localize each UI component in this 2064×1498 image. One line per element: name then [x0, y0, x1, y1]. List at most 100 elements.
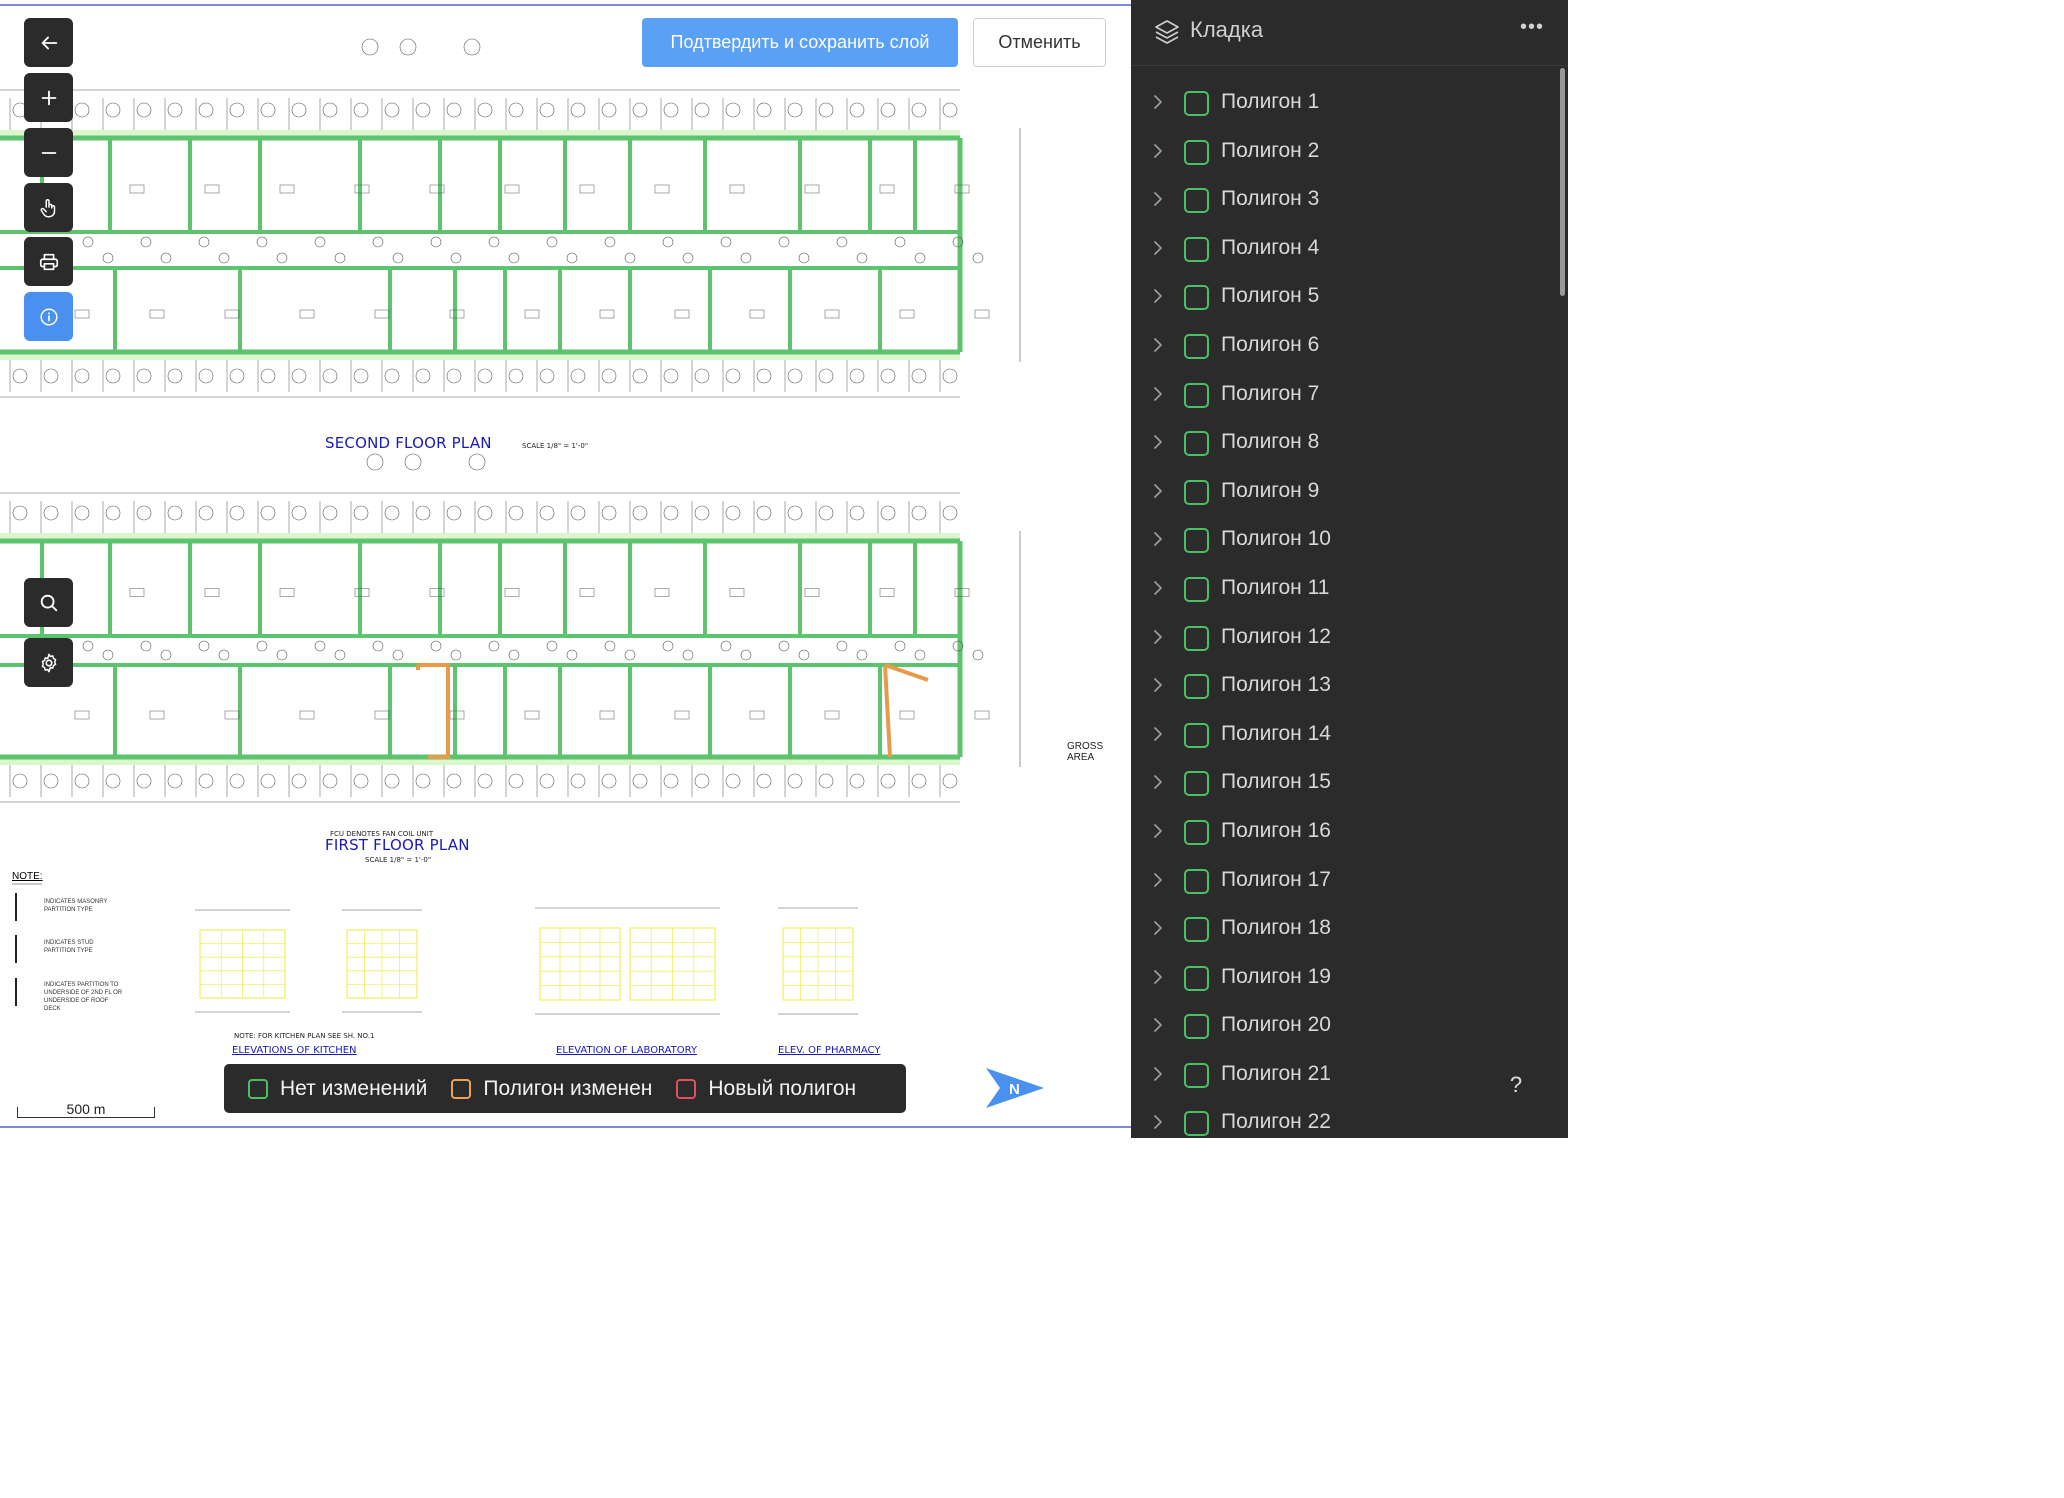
polygon-list-item[interactable]: Полигон 14	[1131, 711, 1561, 760]
panel-scrollbar[interactable]	[1560, 68, 1565, 296]
polygon-checkbox[interactable]	[1184, 333, 1209, 359]
polygon-list-item[interactable]: Полигон 21	[1131, 1051, 1561, 1100]
polygon-list-item[interactable]: Полигон 5	[1131, 273, 1561, 322]
info-button[interactable]	[24, 292, 73, 341]
polygon-list-item[interactable]: Полигон 7	[1131, 371, 1561, 420]
chevron-right-icon[interactable]	[1151, 93, 1165, 111]
chevron-right-icon[interactable]	[1151, 822, 1165, 840]
chevron-right-icon[interactable]	[1151, 190, 1165, 208]
polygon-checkbox[interactable]	[1184, 722, 1209, 748]
polygon-list-item[interactable]: Полигон 19	[1131, 954, 1561, 1003]
back-button[interactable]	[24, 18, 73, 67]
chevron-right-icon[interactable]	[1151, 773, 1165, 791]
second-floor-title: SECOND FLOOR PLAN	[325, 434, 492, 452]
polygon-checkbox[interactable]	[1184, 917, 1209, 943]
polygon-checkbox[interactable]	[1184, 479, 1209, 505]
confirm-save-layer-button[interactable]: Подтвердить и сохранить слой	[642, 18, 958, 67]
polygon-checkbox[interactable]	[1184, 868, 1209, 894]
zoom-out-button[interactable]	[24, 128, 73, 177]
polygon-label: Полигон 11	[1221, 575, 1330, 599]
zoom-in-button[interactable]	[24, 73, 73, 122]
polygon-list-item[interactable]: Полигон 3	[1131, 176, 1561, 225]
polygon-checkbox[interactable]	[1184, 674, 1209, 700]
chevron-right-icon[interactable]	[1151, 385, 1165, 403]
panel-title: Кладка	[1190, 17, 1264, 42]
polygon-list-item[interactable]: Полигон 10	[1131, 516, 1561, 565]
cancel-button[interactable]: Отменить	[973, 18, 1106, 67]
polygon-list-item[interactable]: Полигон 17	[1131, 857, 1561, 906]
polygon-checkbox[interactable]	[1184, 285, 1209, 311]
settings-button[interactable]	[24, 638, 73, 687]
polygon-list-item[interactable]: Полигон 20	[1131, 1002, 1561, 1051]
polygon-list-item[interactable]: Полигон 11	[1131, 565, 1561, 614]
chevron-right-icon[interactable]	[1151, 433, 1165, 451]
polygon-list-item[interactable]: Полигон 1	[1131, 79, 1561, 128]
chevron-right-icon[interactable]	[1151, 968, 1165, 986]
chevron-right-icon[interactable]	[1151, 725, 1165, 743]
note-masonry: INDICATES MASONRY PARTITION TYPE	[44, 899, 108, 913]
chevron-right-icon[interactable]	[1151, 919, 1165, 937]
search-button[interactable]	[24, 578, 73, 627]
legend-swatch-changed	[451, 1078, 472, 1099]
polygon-label: Полигон 19	[1221, 964, 1331, 988]
polygon-label: Полигон 8	[1221, 430, 1320, 454]
chevron-right-icon[interactable]	[1151, 676, 1165, 694]
polygon-label: Полигон 12	[1221, 624, 1331, 648]
chevron-right-icon[interactable]	[1151, 287, 1165, 305]
polygon-checkbox[interactable]	[1184, 188, 1209, 214]
chevron-right-icon[interactable]	[1151, 336, 1165, 354]
polygon-checkbox[interactable]	[1184, 965, 1209, 991]
polygon-checkbox[interactable]	[1184, 1062, 1209, 1088]
note-stud: INDICATES STUD PARTITION TYPE	[44, 940, 94, 954]
chevron-right-icon[interactable]	[1151, 1113, 1165, 1131]
chevron-right-icon[interactable]	[1151, 239, 1165, 257]
polygon-list-item[interactable]: Полигон 13	[1131, 662, 1561, 711]
minus-icon	[41, 151, 56, 154]
polygon-checkbox[interactable]	[1184, 431, 1209, 457]
polygon-label: Полигон 1	[1221, 90, 1320, 113]
polygon-list-item[interactable]: Полигон 15	[1131, 759, 1561, 808]
polygon-list-item[interactable]: Полигон 22	[1131, 1099, 1561, 1138]
chevron-right-icon[interactable]	[1151, 530, 1165, 548]
chevron-right-icon[interactable]	[1151, 579, 1165, 597]
print-button[interactable]	[24, 237, 73, 286]
chevron-right-icon[interactable]	[1151, 628, 1165, 646]
polygon-list-item[interactable]: Полигон 2	[1131, 128, 1561, 177]
polygon-list-item[interactable]: Полигон 4	[1131, 225, 1561, 274]
polygon-checkbox[interactable]	[1184, 139, 1209, 165]
chevron-right-icon[interactable]	[1151, 482, 1165, 500]
polygon-label: Полигон 17	[1221, 867, 1331, 891]
help-button[interactable]: ?	[1506, 1072, 1526, 1100]
polygon-list: Полигон 1 Полигон 2 Полигон 3 Полигон 4 Поли…	[1131, 79, 1561, 1138]
more-horizontal-icon[interactable]: •••	[1520, 16, 1544, 46]
polygon-list-item[interactable]: Полигон 16	[1131, 808, 1561, 857]
polygon-label: Полигон 21	[1221, 1061, 1331, 1085]
polygon-checkbox[interactable]	[1184, 91, 1209, 116]
polygon-checkbox[interactable]	[1184, 771, 1209, 797]
polygon-label: Полигон 2	[1221, 138, 1320, 162]
polygon-checkbox[interactable]	[1184, 1014, 1209, 1040]
polygon-list-item[interactable]: Полигон 12	[1131, 614, 1561, 663]
polygon-checkbox[interactable]	[1184, 819, 1209, 845]
chevron-right-icon[interactable]	[1151, 871, 1165, 889]
polygon-checkbox[interactable]	[1184, 625, 1209, 651]
second-floor-scale: SCALE 1/8" = 1'-0"	[522, 442, 589, 450]
polygon-checkbox[interactable]	[1184, 1111, 1209, 1137]
polygon-list-item[interactable]: Полигон 6	[1131, 322, 1561, 371]
chevron-right-icon[interactable]	[1151, 142, 1165, 160]
chevron-right-icon[interactable]	[1151, 1016, 1165, 1034]
printer-icon	[39, 253, 58, 270]
polygon-label: Полигон 16	[1221, 818, 1331, 842]
polygon-checkbox[interactable]	[1184, 236, 1209, 262]
polygon-label: Полигон 3	[1221, 187, 1320, 211]
polygon-list-item[interactable]: Полигон 8	[1131, 419, 1561, 468]
polygon-checkbox[interactable]	[1184, 382, 1209, 408]
polygon-list-item[interactable]: Полигон 9	[1131, 468, 1561, 517]
polygon-checkbox[interactable]	[1184, 528, 1209, 554]
map-canvas[interactable]: SECOND FLOOR PLAN SCALE 1/8" = 1'-0" FCU…	[0, 0, 1131, 1138]
polygon-list-item[interactable]: Полигон 18	[1131, 905, 1561, 954]
pan-button[interactable]	[24, 183, 73, 232]
chevron-right-icon[interactable]	[1151, 1065, 1165, 1083]
polygon-checkbox[interactable]	[1184, 576, 1209, 602]
legend-item-unchanged: Нет изменений	[248, 1077, 427, 1101]
